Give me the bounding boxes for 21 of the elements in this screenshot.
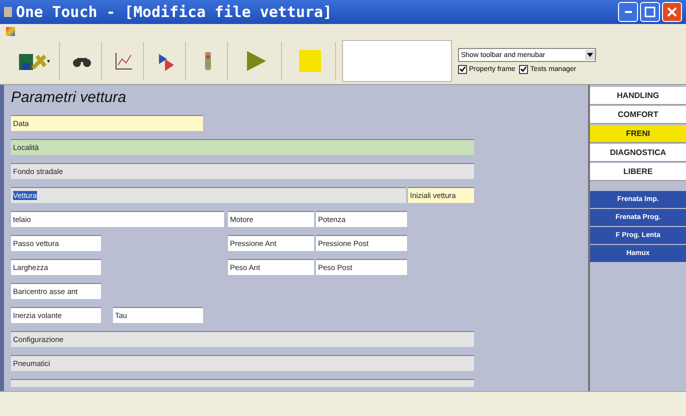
maximize-button[interactable]: [640, 2, 660, 22]
maximize-icon: [644, 6, 656, 18]
window-title: One Touch - [Modifica file vettura]: [16, 3, 334, 21]
check-icon: [520, 66, 528, 73]
minimize-icon: [624, 11, 632, 13]
app-icon: [4, 7, 12, 17]
minimize-button[interactable]: [618, 2, 638, 22]
category-tab[interactable]: LIBERE: [590, 163, 686, 181]
chart-icon: [114, 51, 134, 71]
dropdown-arrow-icon: [585, 50, 595, 60]
category-tab[interactable]: FRENI: [590, 125, 686, 143]
document-icon[interactable]: [6, 26, 15, 36]
close-button[interactable]: [662, 2, 682, 22]
category-tab[interactable]: COMFORT: [590, 106, 686, 124]
category-tab[interactable]: HANDLING: [590, 87, 686, 105]
close-icon: [666, 6, 678, 18]
category-tab[interactable]: DIAGNOSTICA: [590, 144, 686, 162]
traffic-light-icon: [202, 51, 212, 71]
form-title: Parametri vettura: [11, 88, 128, 108]
check-icon: [459, 66, 466, 73]
stop-icon: [298, 50, 320, 72]
